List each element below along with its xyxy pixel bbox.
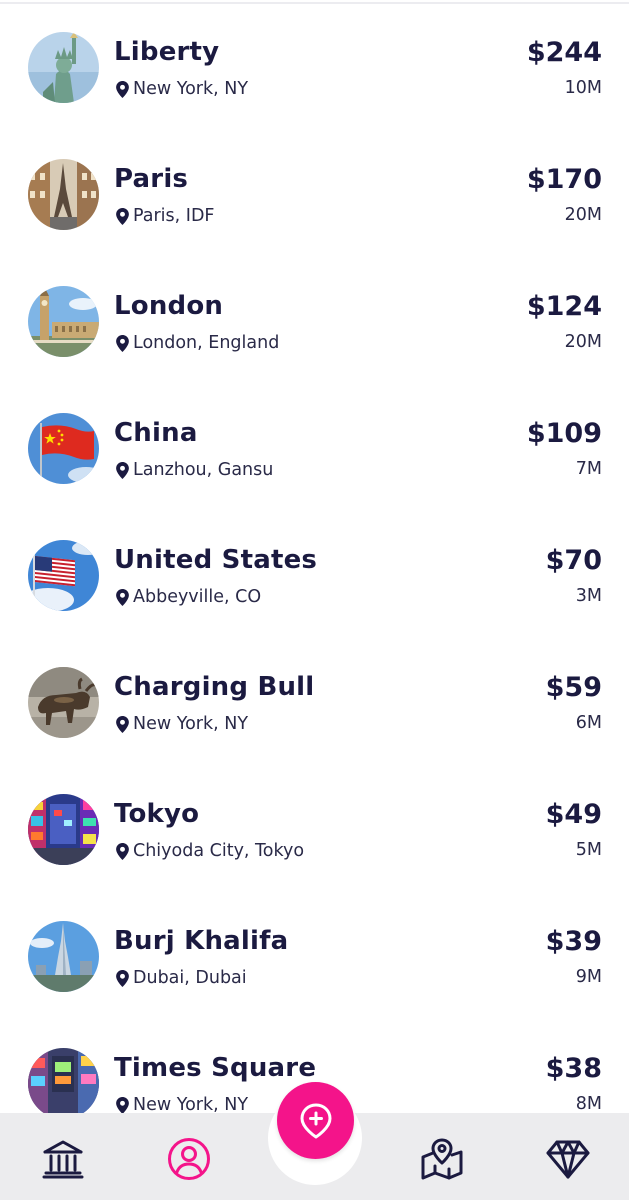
place-location: London, England <box>116 332 279 354</box>
place-location-text: London, England <box>133 333 280 353</box>
profile-icon <box>168 1138 210 1180</box>
place-count: 3M <box>575 586 602 606</box>
place-location-text: New York, NY <box>133 714 249 734</box>
place-name: Tokyo <box>114 799 200 829</box>
location-pin-icon <box>116 207 129 225</box>
place-location-text: Abbeyville, CO <box>133 587 262 607</box>
place-count: 20M <box>564 205 602 225</box>
place-name: London <box>114 291 224 321</box>
place-count: 20M <box>564 332 602 352</box>
diamond-icon <box>546 1140 590 1179</box>
location-pin-icon <box>116 969 129 987</box>
burj-khalifa-thumbnail <box>28 921 99 992</box>
nav-profile-button[interactable] <box>165 1135 213 1183</box>
big-ben-thumbnail <box>28 286 99 357</box>
list-item[interactable]: Charging Bull New York, NY $59 6M <box>0 635 629 762</box>
place-name: Charging Bull <box>114 672 315 702</box>
place-location: New York, NY <box>116 1094 248 1113</box>
place-count: 10M <box>564 78 602 98</box>
map-pin-icon <box>421 1138 463 1180</box>
us-flag-thumbnail <box>28 540 99 611</box>
place-price: $124 <box>526 291 602 322</box>
location-pin-icon <box>116 715 129 733</box>
list-item[interactable]: Paris Paris, IDF $170 20M <box>0 127 629 254</box>
list-item[interactable]: London London, England $124 20M <box>0 254 629 381</box>
place-name: United States <box>114 545 318 575</box>
list-item[interactable]: Burj Khalifa Dubai, Dubai $39 9M <box>0 889 629 1016</box>
place-price: $170 <box>526 164 602 195</box>
bank-icon <box>42 1140 84 1179</box>
list-item[interactable]: China Lanzhou, Gansu $109 7M <box>0 381 629 508</box>
nav-home-button[interactable] <box>39 1135 87 1183</box>
place-location-text: New York, NY <box>133 1095 249 1113</box>
place-name: Burj Khalifa <box>114 926 289 956</box>
place-location-text: Dubai, Dubai <box>133 968 247 988</box>
place-price: $109 <box>526 418 602 449</box>
place-count: 8M <box>575 1094 602 1113</box>
place-location: Abbeyville, CO <box>116 586 261 608</box>
place-name: Paris <box>114 164 189 194</box>
place-count: 6M <box>575 713 602 733</box>
place-location-text: Paris, IDF <box>133 206 215 226</box>
place-location: Lanzhou, Gansu <box>116 459 273 481</box>
place-price: $39 <box>545 926 602 957</box>
location-pin-icon <box>116 588 129 606</box>
add-location-fab[interactable] <box>277 1082 354 1159</box>
list-item[interactable]: Liberty New York, NY $244 10M <box>0 0 629 127</box>
list-item[interactable]: United States Abbeyville, CO $70 3M <box>0 508 629 635</box>
place-count: 5M <box>575 840 602 860</box>
add-location-icon <box>300 1103 331 1138</box>
place-location: New York, NY <box>116 713 248 735</box>
nav-premium-button[interactable] <box>544 1135 592 1183</box>
location-pin-icon <box>116 1096 129 1113</box>
place-price: $70 <box>545 545 602 576</box>
chinese-flag-thumbnail <box>28 413 99 484</box>
place-location: Dubai, Dubai <box>116 967 247 989</box>
place-name: China <box>114 418 198 448</box>
place-name: Times Square <box>114 1053 317 1083</box>
location-pin-icon <box>116 842 129 860</box>
place-location: New York, NY <box>116 78 248 100</box>
place-location-text: New York, NY <box>133 79 249 99</box>
statue-of-liberty-thumbnail <box>28 32 99 103</box>
times-square-thumbnail <box>28 1048 99 1113</box>
location-pin-icon <box>116 461 129 479</box>
place-name: Liberty <box>114 37 220 67</box>
place-list[interactable]: Liberty New York, NY $244 10M Paris Pari… <box>0 0 629 1113</box>
place-price: $49 <box>545 799 602 830</box>
place-price: $38 <box>545 1053 602 1084</box>
place-count: 7M <box>575 459 602 479</box>
eiffel-tower-thumbnail <box>28 159 99 230</box>
place-location: Paris, IDF <box>116 205 215 227</box>
tokyo-thumbnail <box>28 794 99 865</box>
location-pin-icon <box>116 334 129 352</box>
charging-bull-thumbnail <box>28 667 99 738</box>
place-location-text: Chiyoda City, Tokyo <box>133 841 305 861</box>
place-location-text: Lanzhou, Gansu <box>133 460 274 480</box>
nav-map-button[interactable] <box>418 1135 466 1183</box>
place-location: Chiyoda City, Tokyo <box>116 840 304 862</box>
list-item[interactable]: Tokyo Chiyoda City, Tokyo $49 5M <box>0 762 629 889</box>
place-price: $59 <box>545 672 602 703</box>
place-price: $244 <box>526 37 602 68</box>
place-count: 9M <box>575 967 602 987</box>
location-pin-icon <box>116 80 129 98</box>
